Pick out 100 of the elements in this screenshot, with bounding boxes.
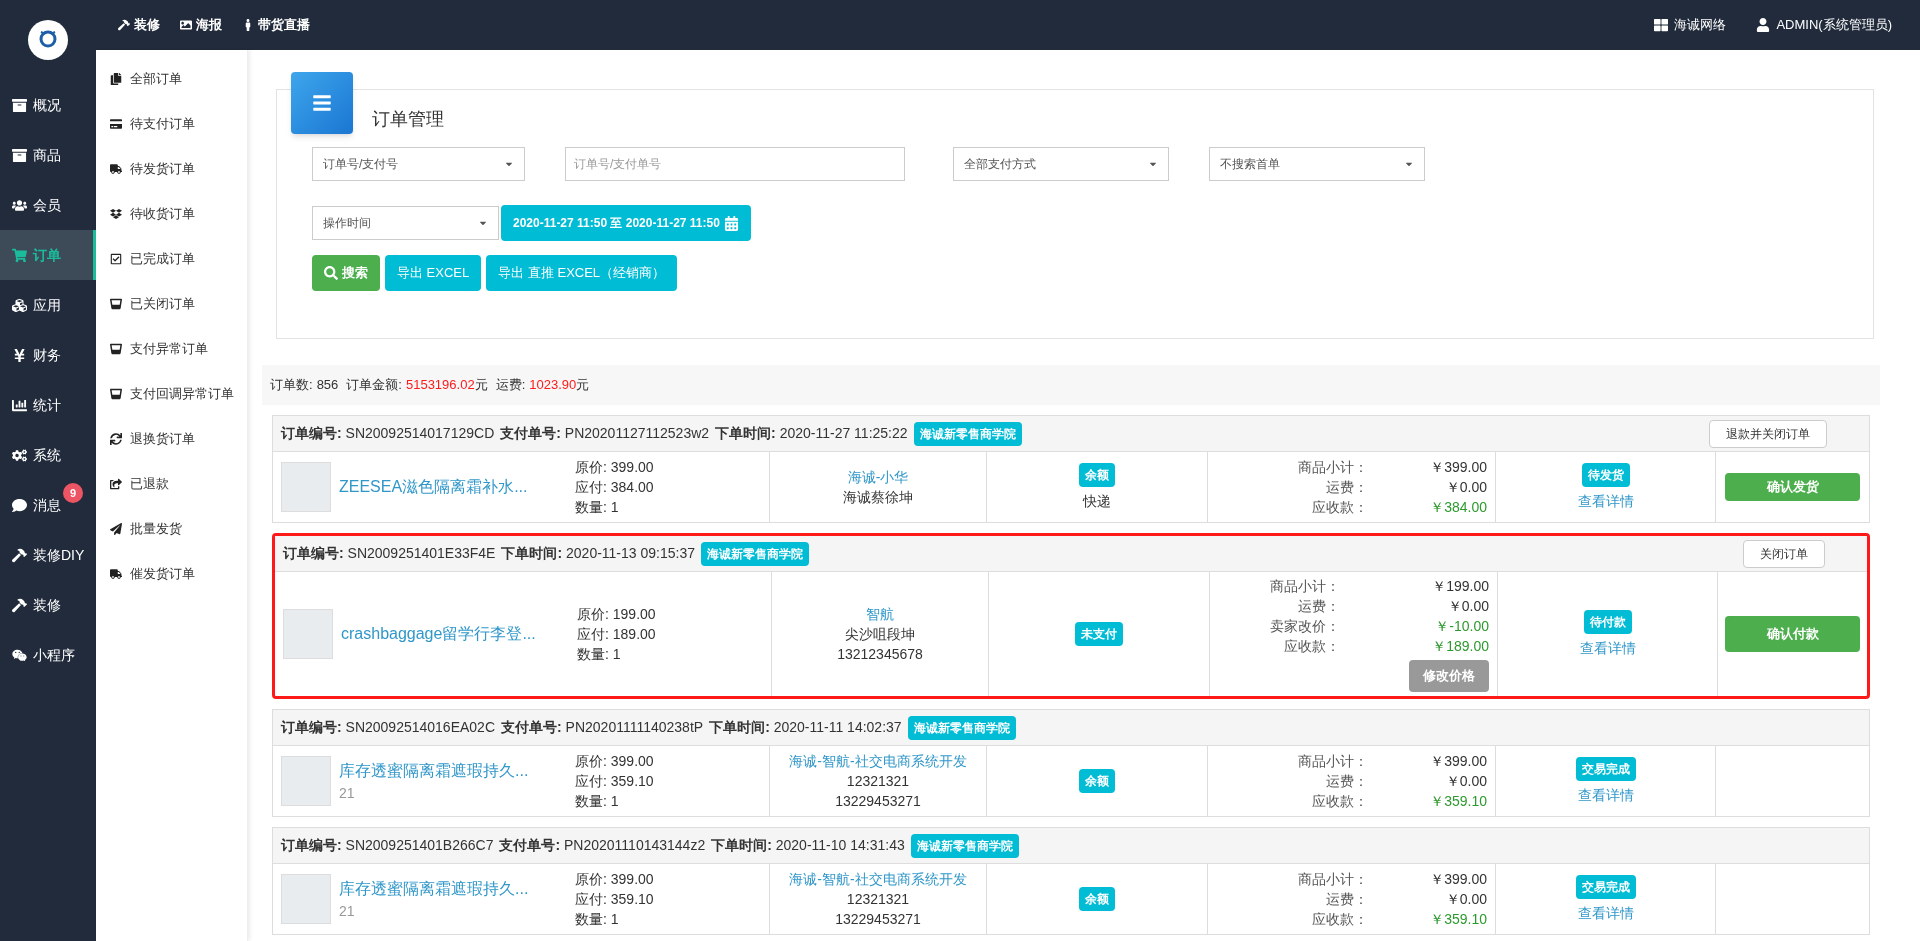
cup-icon: [110, 297, 122, 310]
submenu-item[interactable]: 全部订单: [96, 56, 247, 101]
total-value: ￥399.00: [1429, 870, 1487, 889]
total-label: 运费：: [1297, 597, 1340, 616]
price-line: 数量: 1: [575, 910, 620, 929]
settings-icon: [12, 447, 27, 463]
order-meta: 支付单号: PN20201127112523w2: [500, 424, 710, 443]
view-details-link[interactable]: 查看详情: [1577, 784, 1634, 806]
submenu-item[interactable]: 支付回调异常订单: [96, 371, 247, 416]
chat-bubble-icon: [12, 497, 27, 513]
logo-icon: [28, 20, 68, 60]
yen-icon: [12, 347, 27, 363]
buyer-info: 13229453271: [835, 792, 921, 811]
refresh-icon: [110, 432, 122, 445]
total-value: ￥199.00: [1431, 577, 1489, 596]
view-details-link[interactable]: 查看详情: [1579, 637, 1636, 659]
copy-icon: [110, 72, 122, 85]
nav-item[interactable]: 小程序: [0, 630, 96, 680]
view-details-link[interactable]: 查看详情: [1577, 902, 1634, 924]
submenu-item[interactable]: 支付异常订单: [96, 326, 247, 371]
price-line: 应付: 359.10: [575, 772, 654, 791]
top-link[interactable]: 海诚网络: [1654, 15, 1727, 35]
submenu-item[interactable]: 已完成订单: [96, 236, 247, 281]
product-spec: 21: [339, 901, 356, 921]
submenu-item[interactable]: 待发货订单: [96, 146, 247, 191]
summary-unit: 元: [474, 376, 488, 395]
price-line: 数量: 1: [575, 498, 620, 517]
total-value: ￥189.00: [1431, 637, 1489, 656]
boxes-icon: [110, 207, 122, 220]
nav-item[interactable]: 财务: [0, 330, 96, 380]
top-link[interactable]: ADMIN(系统管理员): [1756, 15, 1892, 35]
close-order-button[interactable]: 退款并关闭订单: [1709, 419, 1827, 448]
nav-item[interactable]: 装修DIY: [0, 530, 96, 580]
dropdown-select[interactable]: 订单号/支付号: [312, 147, 525, 181]
price-line: 数量: 1: [575, 792, 620, 811]
submenu-item[interactable]: 退换货订单: [96, 416, 247, 461]
total-label: 商品小计：: [1297, 870, 1368, 889]
order-number-field[interactable]: 订单号/支付单号: [565, 147, 905, 181]
shipping-method: 快递: [1083, 491, 1111, 511]
submenu-item[interactable]: 批量发货: [96, 506, 247, 551]
summary-label: 订单数:: [270, 376, 313, 395]
nav-item[interactable]: 系统: [0, 430, 96, 480]
user-icon: [1756, 18, 1771, 32]
nav-item[interactable]: 应用: [0, 280, 96, 330]
price-line: 应付: 384.00: [575, 478, 654, 497]
image-icon: [180, 19, 192, 31]
nav-item[interactable]: 装修: [0, 580, 96, 630]
top-link[interactable]: 装修: [118, 15, 160, 35]
submenu-item[interactable]: 待收货订单: [96, 191, 247, 236]
nav-item[interactable]: 统计: [0, 380, 96, 430]
nav-item[interactable]: 商品: [0, 130, 96, 180]
status-tag: 待付款: [1583, 609, 1632, 634]
hammer-icon: [118, 19, 130, 31]
nav-item[interactable]: 订单: [0, 230, 96, 280]
nav-item[interactable]: 概况: [0, 80, 96, 130]
total-value: ￥399.00: [1429, 458, 1487, 477]
payment-tag: 余额: [1079, 769, 1115, 793]
store-tag: 海诚新零售商学院: [910, 833, 1019, 858]
top-link[interactable]: 海报: [180, 15, 222, 35]
order-meta: 支付单号: PN20201110143144z2: [499, 836, 706, 855]
total-label: 商品小计：: [1269, 577, 1340, 596]
chat-bubbles-icon: [12, 647, 27, 663]
close-order-button[interactable]: 关闭订单: [1743, 539, 1825, 568]
price-line: 原价: 399.00: [575, 870, 654, 889]
search-icon: [324, 266, 338, 280]
product-spec: 21: [339, 783, 356, 803]
price-line: 应付: 359.10: [575, 890, 654, 909]
price-line: 原价: 399.00: [575, 458, 654, 477]
dropdown-select[interactable]: 操作时间: [312, 206, 499, 240]
payment-tag: 余额: [1079, 887, 1115, 911]
total-value: ￥384.00: [1429, 498, 1487, 517]
buyer-info: 13229453271: [835, 910, 921, 929]
total-label: 运费：: [1325, 478, 1368, 497]
submenu-item[interactable]: 待支付订单: [96, 101, 247, 146]
nav-item[interactable]: 会员: [0, 180, 96, 230]
view-details-link[interactable]: 查看详情: [1577, 490, 1634, 512]
dropdown-select[interactable]: 全部支付方式: [953, 147, 1169, 181]
nav-item[interactable]: 消息 9: [0, 480, 96, 530]
total-value: ￥0.00: [1444, 478, 1487, 497]
total-label: 商品小计：: [1297, 458, 1368, 477]
box-icon: [12, 97, 27, 113]
panel-title: 订单管理: [372, 108, 444, 131]
share-icon: [110, 477, 122, 490]
dropdown-select[interactable]: 不搜索首单: [1209, 147, 1425, 181]
users-icon: [12, 197, 27, 213]
buyer-info: 12321321: [846, 772, 910, 791]
submenu-item[interactable]: 已退款: [96, 461, 247, 506]
submenu-item[interactable]: 催发货订单: [96, 551, 247, 596]
count-badge: 9: [63, 483, 83, 503]
summary-value: 5153196.02: [405, 376, 475, 395]
price-line: 原价: 399.00: [575, 752, 654, 771]
cup-icon: [110, 387, 122, 400]
total-label: 运费：: [1325, 772, 1368, 791]
cart-icon: [12, 247, 27, 263]
truck-icon: [110, 567, 122, 580]
cubes-icon: [12, 297, 27, 313]
submenu-item[interactable]: 已关闭订单: [96, 281, 247, 326]
product-photo-placeholder: [281, 874, 331, 924]
top-link[interactable]: 带货直播: [242, 15, 310, 35]
total-label: 运费：: [1325, 890, 1368, 909]
